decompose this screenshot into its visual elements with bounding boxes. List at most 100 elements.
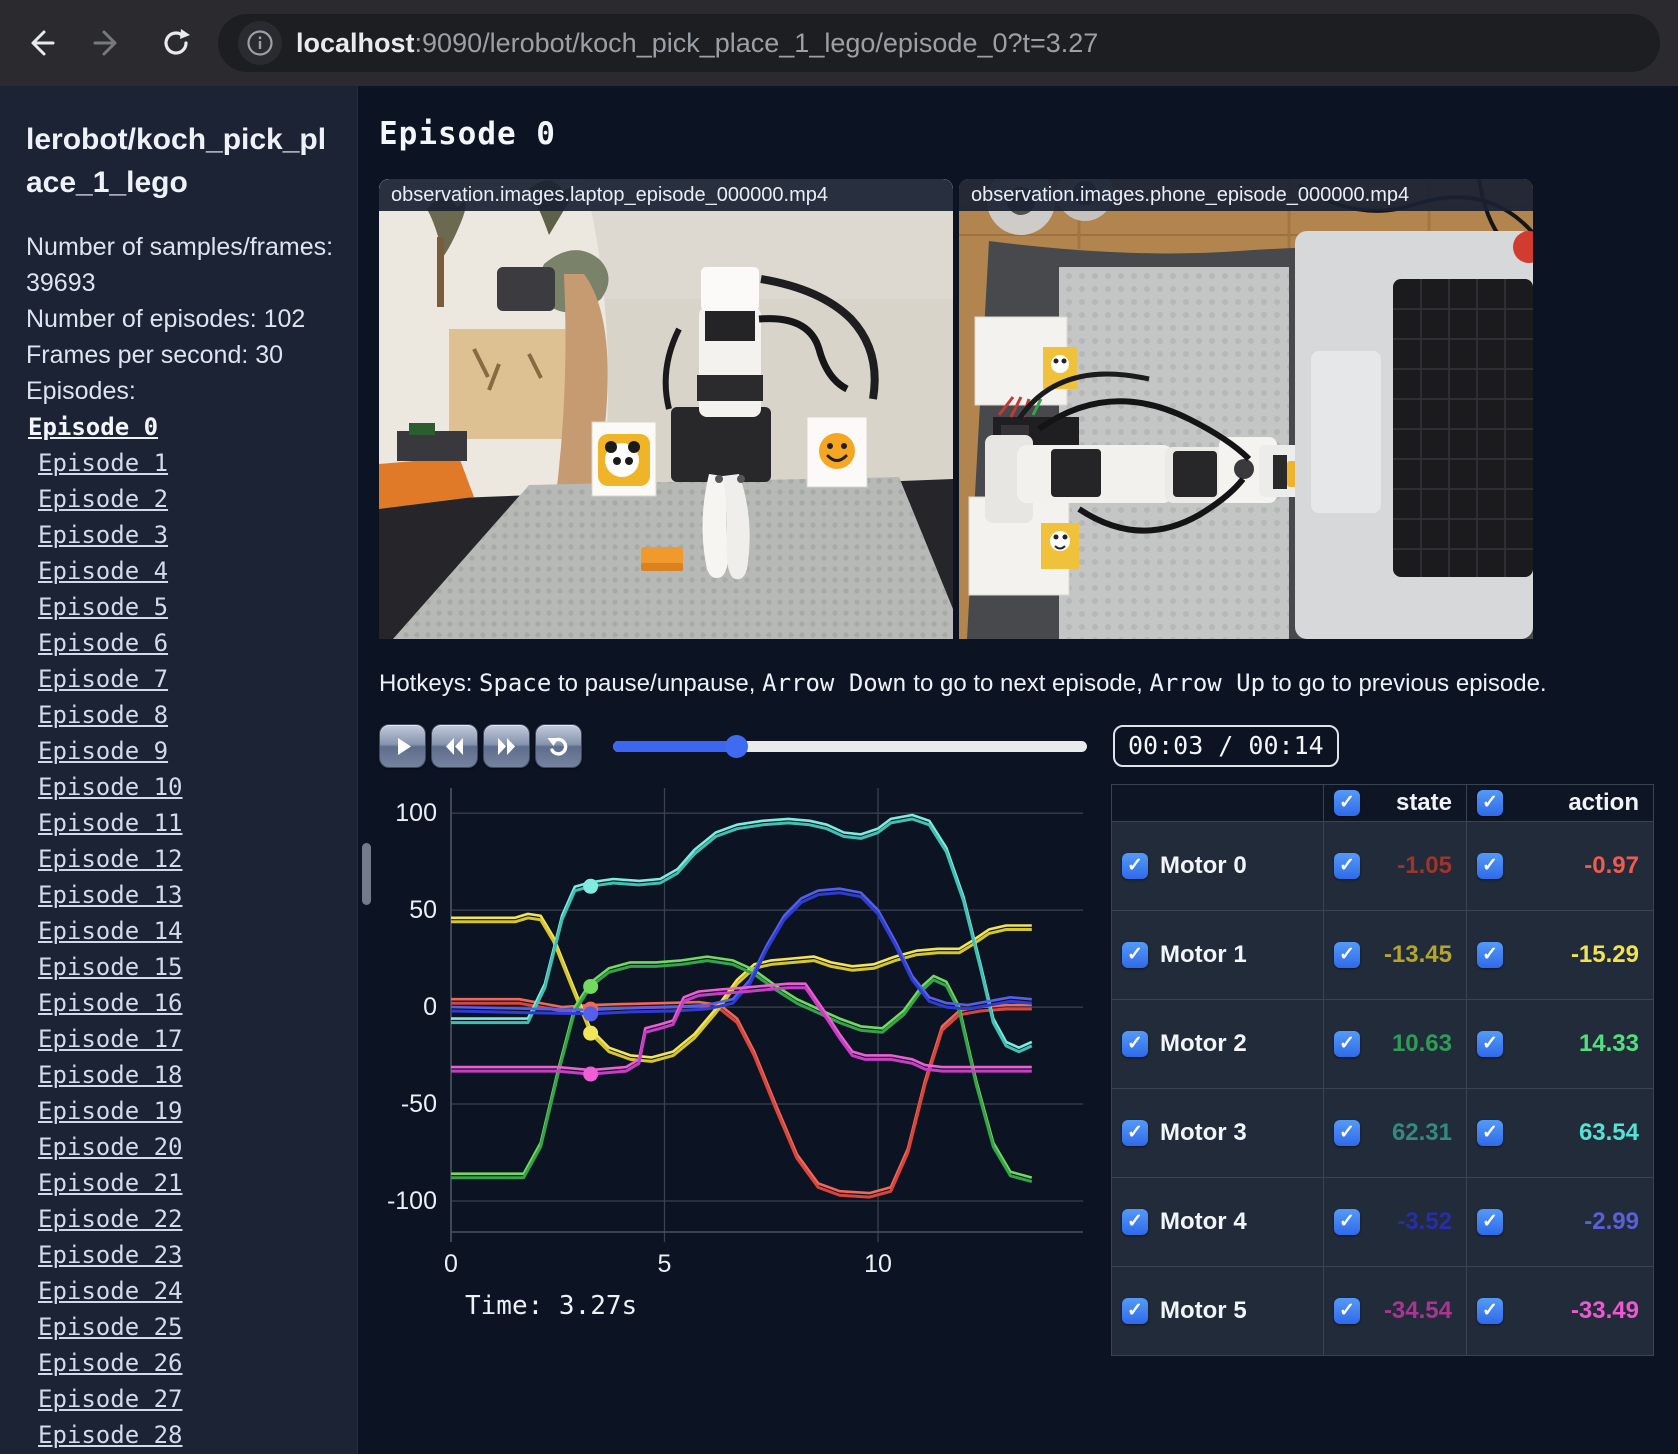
motor-0-label: Motor 0	[1160, 852, 1247, 879]
motor-0-action-checkbox[interactable]: ✓	[1477, 853, 1503, 879]
motor-row-1: ✓ Motor 1 ✓ -13.45 ✓ -15.29	[1111, 910, 1654, 1000]
fast-forward-button[interactable]	[483, 724, 530, 768]
episode-link-episode-28[interactable]: Episode 28	[38, 1421, 183, 1449]
main-content: Episode 0 observation.images.laptop_epis…	[359, 86, 1678, 1454]
episode-link-episode-2[interactable]: Episode 2	[38, 485, 168, 513]
back-icon[interactable]	[12, 15, 68, 71]
site-info-icon[interactable]	[238, 21, 282, 65]
svg-text:10: 10	[864, 1250, 892, 1278]
motor-chart[interactable]: -100 -50 0 50 100 0 5 10	[379, 780, 1103, 1282]
episode-link-episode-18[interactable]: Episode 18	[38, 1061, 183, 1089]
episode-link-episode-22[interactable]: Episode 22	[38, 1205, 183, 1233]
motor-1-label: Motor 1	[1160, 941, 1247, 968]
episode-link-episode-21[interactable]: Episode 21	[38, 1169, 183, 1197]
episode-link-episode-11[interactable]: Episode 11	[38, 809, 183, 837]
motor-0-checkbox[interactable]: ✓	[1122, 853, 1148, 879]
episode-link-episode-8[interactable]: Episode 8	[38, 701, 168, 729]
motor-4-action-checkbox[interactable]: ✓	[1477, 1209, 1503, 1235]
motor-2-action-checkbox[interactable]: ✓	[1477, 1031, 1503, 1057]
episode-link-episode-9[interactable]: Episode 9	[38, 737, 168, 765]
url-text: localhost:9090/lerobot/koch_pick_place_1…	[296, 28, 1098, 59]
forward-icon[interactable]	[80, 15, 136, 71]
episode-link-episode-20[interactable]: Episode 20	[38, 1133, 183, 1161]
episode-link-episode-4[interactable]: Episode 4	[38, 557, 168, 585]
phone-video[interactable]: observation.images.phone_episode_000000.…	[959, 179, 1533, 639]
video-row: observation.images.laptop_episode_000000…	[379, 179, 1678, 639]
seek-slider-thumb[interactable]	[725, 734, 749, 758]
dataset-stats: Number of samples/frames: 39693 Number o…	[26, 229, 337, 409]
phone-video-caption: observation.images.phone_episode_000000.…	[959, 179, 1533, 211]
hotkeys-text: to go to previous episode.	[1265, 670, 1547, 697]
episode-link-episode-27[interactable]: Episode 27	[38, 1385, 183, 1413]
motor-3-action-value: 63.54	[1578, 1119, 1639, 1146]
rewind-button[interactable]	[431, 724, 478, 768]
motor-3-label: Motor 3	[1160, 1119, 1247, 1146]
motor-2-action-value: 14.33	[1578, 1030, 1639, 1057]
motor-2-state-value: 10.63	[1391, 1030, 1452, 1057]
state-col-header: ✓ state	[1323, 784, 1467, 822]
episode-link-episode-16[interactable]: Episode 16	[38, 989, 183, 1017]
rewind-icon	[446, 737, 463, 755]
action-col-header: ✓ action	[1466, 784, 1654, 822]
stat-samples: Number of samples/frames: 39693	[26, 233, 334, 297]
episode-link-episode-0[interactable]: Episode 0	[28, 413, 158, 441]
episode-link-episode-25[interactable]: Episode 25	[38, 1313, 183, 1341]
motor-table: ✓ state ✓ action ✓ Motor 0 ✓ -1.05 ✓ -0.97 ✓ Motor…	[1111, 784, 1654, 1356]
laptop-video-frame	[379, 179, 953, 639]
episode-link-episode-7[interactable]: Episode 7	[38, 665, 168, 693]
svg-text:100: 100	[395, 799, 437, 827]
motor-3-action-checkbox[interactable]: ✓	[1477, 1120, 1503, 1146]
seek-slider[interactable]	[613, 734, 1087, 758]
motor-3-checkbox[interactable]: ✓	[1122, 1120, 1148, 1146]
episode-link-episode-19[interactable]: Episode 19	[38, 1097, 183, 1125]
player-buttons	[379, 724, 587, 768]
episode-link-episode-26[interactable]: Episode 26	[38, 1349, 183, 1377]
motor-4-checkbox[interactable]: ✓	[1122, 1209, 1148, 1235]
browser-toolbar: localhost:9090/lerobot/koch_pick_place_1…	[0, 0, 1678, 86]
episode-link-episode-14[interactable]: Episode 14	[38, 917, 183, 945]
loop-icon	[547, 737, 568, 756]
episode-link-episode-23[interactable]: Episode 23	[38, 1241, 183, 1269]
play-button[interactable]	[379, 724, 426, 768]
motor-2-state-checkbox[interactable]: ✓	[1334, 1031, 1360, 1057]
url-bar[interactable]: localhost:9090/lerobot/koch_pick_place_1…	[218, 14, 1660, 72]
svg-text:50: 50	[409, 896, 437, 924]
reload-icon[interactable]	[148, 15, 204, 71]
motor-4-state-checkbox[interactable]: ✓	[1334, 1209, 1360, 1235]
episode-link-episode-17[interactable]: Episode 17	[38, 1025, 183, 1053]
motor-1-state-checkbox[interactable]: ✓	[1334, 942, 1360, 968]
episode-link-episode-15[interactable]: Episode 15	[38, 953, 183, 981]
motor-5-label: Motor 5	[1160, 1297, 1247, 1324]
episode-link-episode-6[interactable]: Episode 6	[38, 629, 168, 657]
svg-text:-100: -100	[387, 1187, 437, 1215]
motor-row-0: ✓ Motor 0 ✓ -1.05 ✓ -0.97	[1111, 821, 1654, 911]
motor-4-action-value: -2.99	[1584, 1208, 1639, 1235]
hotkeys-text: Hotkeys:	[379, 670, 480, 697]
scrollbar-thumb[interactable]	[362, 843, 371, 905]
episode-link-episode-5[interactable]: Episode 5	[38, 593, 168, 621]
motor-2-checkbox[interactable]: ✓	[1122, 1031, 1148, 1057]
hotkey-name: Space	[479, 669, 552, 697]
motor-1-action-checkbox[interactable]: ✓	[1477, 942, 1503, 968]
episode-link-episode-13[interactable]: Episode 13	[38, 881, 183, 909]
episode-link-episode-10[interactable]: Episode 10	[38, 773, 183, 801]
motor-1-action-value: -15.29	[1570, 941, 1639, 968]
motor-5-checkbox[interactable]: ✓	[1122, 1298, 1148, 1324]
episode-link-episode-3[interactable]: Episode 3	[38, 521, 168, 549]
motor-5-state-value: -34.54	[1383, 1297, 1452, 1324]
episode-link-episode-12[interactable]: Episode 12	[38, 845, 183, 873]
laptop-video[interactable]: observation.images.laptop_episode_000000…	[379, 179, 953, 639]
episode-link-episode-24[interactable]: Episode 24	[38, 1277, 183, 1305]
motor-0-state-checkbox[interactable]: ✓	[1334, 853, 1360, 879]
motor-1-checkbox[interactable]: ✓	[1122, 942, 1148, 968]
motor-3-state-checkbox[interactable]: ✓	[1334, 1120, 1360, 1146]
motor-4-state-value: -3.52	[1397, 1208, 1452, 1235]
state-column-checkbox[interactable]: ✓	[1334, 790, 1360, 816]
action-column-checkbox[interactable]: ✓	[1477, 790, 1503, 816]
motor-5-state-checkbox[interactable]: ✓	[1334, 1298, 1360, 1324]
episode-link-episode-1[interactable]: Episode 1	[38, 449, 168, 477]
motor-col-header	[1111, 784, 1324, 822]
motor-row-5: ✓ Motor 5 ✓ -34.54 ✓ -33.49	[1111, 1266, 1654, 1356]
motor-5-action-checkbox[interactable]: ✓	[1477, 1298, 1503, 1324]
loop-button[interactable]	[535, 724, 582, 768]
